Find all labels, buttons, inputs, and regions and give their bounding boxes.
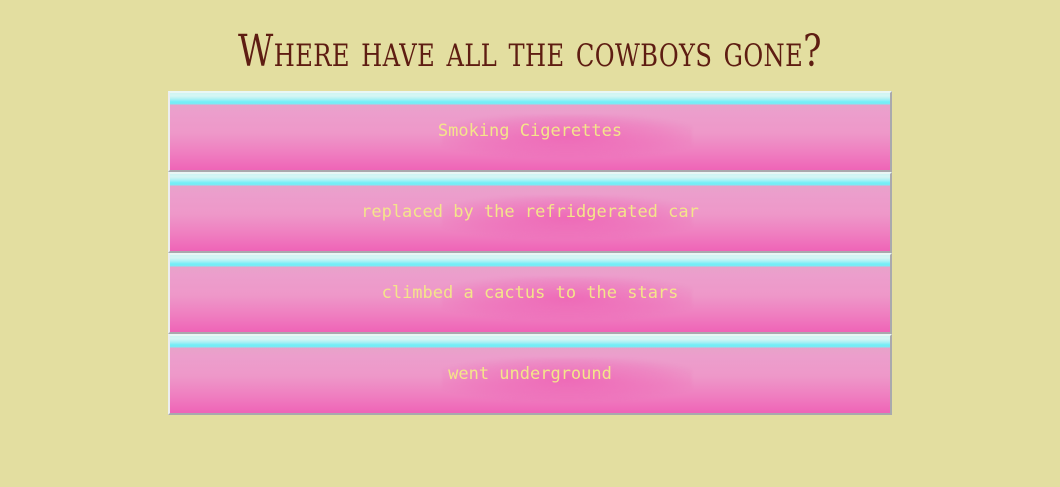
answer-option-label: climbed a cactus to the stars [381,283,679,303]
answer-option-4[interactable]: went underground [168,334,892,415]
answer-option-label: replaced by the refridgerated car [361,202,699,222]
answer-option-3[interactable]: climbed a cactus to the stars [168,253,892,334]
answer-option-2[interactable]: replaced by the refridgerated car [168,172,892,253]
answer-option-1[interactable]: Smoking Cigerettes [168,91,892,172]
answer-option-label: went underground [448,364,612,384]
answer-option-label: Smoking Cigerettes [437,121,623,141]
answer-options: Smoking Cigerettes replaced by the refri… [168,91,892,415]
question-title: Where have all the cowboys gone? [238,26,822,77]
